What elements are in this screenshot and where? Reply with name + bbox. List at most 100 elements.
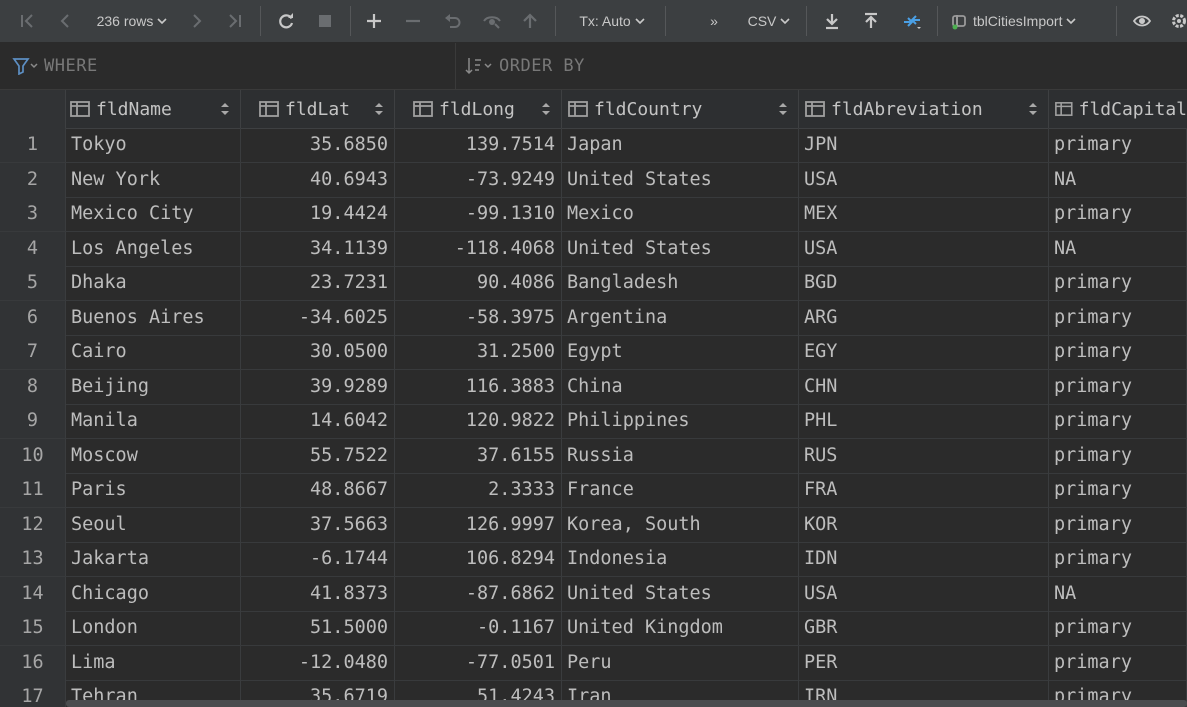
cell-fldlat[interactable]: 39.9289 bbox=[241, 369, 395, 404]
import-data-button[interactable] bbox=[858, 0, 884, 42]
table-row[interactable]: 15 London 51.5000 -0.1167 United Kingdom GBR p… bbox=[0, 611, 1187, 646]
table-row[interactable]: 7 Cairo 30.0500 31.2500 Egypt EGY primary bbox=[0, 335, 1187, 370]
cell-fldcountry[interactable]: China bbox=[562, 369, 799, 404]
cell-fldlat[interactable]: 19.4424 bbox=[241, 197, 395, 231]
table-row[interactable]: 14 Chicago 41.8373 -87.6862 United States USA… bbox=[0, 576, 1187, 612]
previous-page-button[interactable] bbox=[52, 0, 78, 42]
cell-fldlat[interactable]: 23.7231 bbox=[241, 266, 395, 300]
row-number[interactable]: 14 bbox=[0, 576, 66, 611]
compare-button[interactable] bbox=[897, 0, 927, 42]
cell-fldcapital[interactable]: primary bbox=[1049, 611, 1187, 645]
settings-button[interactable] bbox=[1166, 0, 1187, 42]
cell-fldcountry[interactable]: Argentina bbox=[562, 300, 799, 335]
cell-fldabreviation[interactable]: CHN bbox=[799, 369, 1049, 404]
column-header-fldcapital[interactable]: fldCapital bbox=[1049, 90, 1187, 128]
cell-fldname[interactable]: Beijing bbox=[66, 369, 241, 404]
cell-fldlong[interactable]: -0.1167 bbox=[395, 611, 562, 645]
stop-button[interactable] bbox=[312, 0, 338, 42]
first-page-button[interactable] bbox=[14, 0, 40, 42]
cell-fldlat[interactable]: 14.6042 bbox=[241, 404, 395, 438]
cell-fldlat[interactable]: -34.6025 bbox=[241, 300, 395, 335]
table-row[interactable]: 9 Manila 14.6042 120.9822 Philippines PHL prim… bbox=[0, 404, 1187, 439]
delete-row-button[interactable] bbox=[400, 0, 426, 42]
cell-fldlong[interactable]: 90.4086 bbox=[395, 266, 562, 300]
preview-changes-button[interactable] bbox=[478, 0, 506, 42]
cell-fldname[interactable]: Seoul bbox=[66, 507, 241, 542]
cell-fldcountry[interactable]: United States bbox=[562, 231, 799, 266]
cell-fldname[interactable]: Paris bbox=[66, 473, 241, 507]
cell-fldlong[interactable]: 106.8294 bbox=[395, 542, 562, 576]
cell-fldabreviation[interactable]: FRA bbox=[799, 473, 1049, 507]
cell-fldcapital[interactable]: primary bbox=[1049, 369, 1187, 404]
cell-fldcountry[interactable]: United States bbox=[562, 576, 799, 611]
cell-fldcapital[interactable]: primary bbox=[1049, 473, 1187, 507]
cell-fldname[interactable]: Los Angeles bbox=[66, 231, 241, 266]
refresh-button[interactable] bbox=[273, 0, 299, 42]
cell-fldcapital[interactable]: primary bbox=[1049, 438, 1187, 473]
row-count-dropdown[interactable]: 236 rows bbox=[90, 0, 174, 42]
table-row[interactable]: 16 Lima -12.0480 -77.0501 Peru PER primary bbox=[0, 645, 1187, 681]
cell-fldcapital[interactable]: primary bbox=[1049, 128, 1187, 162]
transaction-mode-dropdown[interactable]: Tx: Auto bbox=[567, 0, 657, 42]
cell-fldname[interactable]: Tokyo bbox=[66, 128, 241, 162]
cell-fldname[interactable]: Buenos Aires bbox=[66, 300, 241, 335]
next-page-button[interactable] bbox=[184, 0, 210, 42]
cell-fldcountry[interactable]: Russia bbox=[562, 438, 799, 473]
row-number[interactable]: 7 bbox=[0, 335, 66, 369]
cell-fldname[interactable]: Dhaka bbox=[66, 266, 241, 300]
row-number[interactable]: 1 bbox=[0, 128, 66, 162]
cell-fldabreviation[interactable]: KOR bbox=[799, 507, 1049, 542]
table-row[interactable]: 4 Los Angeles 34.1139 -118.4068 United State… bbox=[0, 231, 1187, 267]
cell-fldabreviation[interactable]: MEX bbox=[799, 197, 1049, 231]
row-number[interactable]: 16 bbox=[0, 645, 66, 680]
cell-fldlat[interactable]: 55.7522 bbox=[241, 438, 395, 473]
table-row[interactable]: 10 Moscow 55.7522 37.6155 Russia RUS primary bbox=[0, 438, 1187, 474]
cell-fldname[interactable]: Moscow bbox=[66, 438, 241, 473]
revert-button[interactable] bbox=[440, 0, 466, 42]
cell-fldcountry[interactable]: Indonesia bbox=[562, 542, 799, 576]
add-row-button[interactable] bbox=[361, 0, 387, 42]
cell-fldabreviation[interactable]: BGD bbox=[799, 266, 1049, 300]
cell-fldlat[interactable]: -12.0480 bbox=[241, 645, 395, 680]
cell-fldcapital[interactable]: primary bbox=[1049, 542, 1187, 576]
cell-fldabreviation[interactable]: RUS bbox=[799, 438, 1049, 473]
row-number[interactable]: 9 bbox=[0, 404, 66, 438]
cell-fldname[interactable]: Cairo bbox=[66, 335, 241, 369]
cell-fldcapital[interactable]: primary bbox=[1049, 300, 1187, 335]
cell-fldlong[interactable]: 31.2500 bbox=[395, 335, 562, 369]
row-number[interactable]: 2 bbox=[0, 162, 66, 197]
cell-fldabreviation[interactable]: USA bbox=[799, 162, 1049, 197]
cell-fldlat[interactable]: 51.5000 bbox=[241, 611, 395, 645]
cell-fldcountry[interactable]: France bbox=[562, 473, 799, 507]
cell-fldlat[interactable]: 41.8373 bbox=[241, 576, 395, 611]
row-number[interactable]: 8 bbox=[0, 369, 66, 404]
cell-fldabreviation[interactable]: PER bbox=[799, 645, 1049, 680]
cell-fldcapital[interactable]: NA bbox=[1049, 162, 1187, 197]
cell-fldname[interactable]: Jakarta bbox=[66, 542, 241, 576]
submit-button[interactable] bbox=[517, 0, 543, 42]
cell-fldcountry[interactable]: Egypt bbox=[562, 335, 799, 369]
cell-fldlat[interactable]: 34.1139 bbox=[241, 231, 395, 266]
row-number[interactable]: 15 bbox=[0, 611, 66, 645]
cell-fldname[interactable]: Chicago bbox=[66, 576, 241, 611]
cell-fldabreviation[interactable]: EGY bbox=[799, 335, 1049, 369]
cell-fldname[interactable]: Manila bbox=[66, 404, 241, 438]
last-page-button[interactable] bbox=[222, 0, 248, 42]
cell-fldabreviation[interactable]: GBR bbox=[799, 611, 1049, 645]
cell-fldlong[interactable]: 139.7514 bbox=[395, 128, 562, 162]
cell-fldcapital[interactable]: NA bbox=[1049, 231, 1187, 266]
cell-fldname[interactable]: New York bbox=[66, 162, 241, 197]
cell-fldlat[interactable]: 48.8667 bbox=[241, 473, 395, 507]
table-row[interactable]: 6 Buenos Aires -34.6025 -58.3975 Argentina AR… bbox=[0, 300, 1187, 336]
table-row[interactable]: 11 Paris 48.8667 2.3333 France FRA primary bbox=[0, 473, 1187, 508]
cell-fldcountry[interactable]: Korea, South bbox=[562, 507, 799, 542]
cell-fldlat[interactable]: 37.5663 bbox=[241, 507, 395, 542]
cell-fldcapital[interactable]: primary bbox=[1049, 335, 1187, 369]
row-number[interactable]: 17 bbox=[0, 680, 66, 707]
more-actions-button[interactable]: » bbox=[700, 0, 728, 42]
cell-fldcountry[interactable]: United States bbox=[562, 162, 799, 197]
cell-fldlong[interactable]: -58.3975 bbox=[395, 300, 562, 335]
column-header-fldname[interactable]: fldName bbox=[66, 90, 241, 128]
cell-fldlat[interactable]: 35.6850 bbox=[241, 128, 395, 162]
cell-fldcapital[interactable]: NA bbox=[1049, 576, 1187, 611]
